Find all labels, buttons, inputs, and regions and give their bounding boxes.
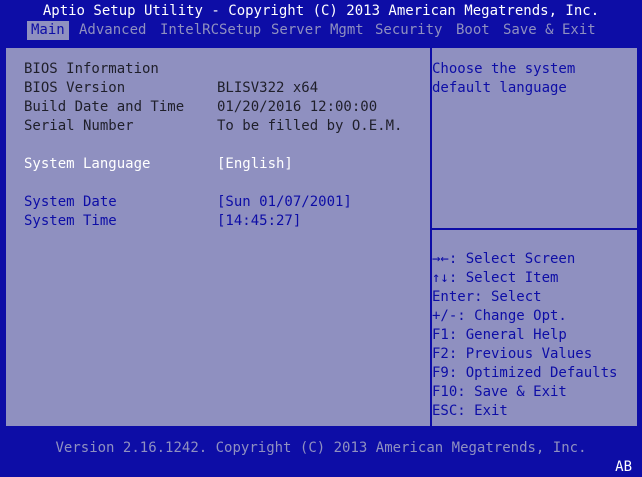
tab-boot[interactable]: Boot bbox=[452, 21, 494, 40]
bios-info-header: BIOS Information bbox=[24, 61, 159, 77]
tab-intelrcsetup[interactable]: IntelRCSetup bbox=[156, 21, 265, 40]
main-panel: BIOS Information BIOS Version BLISV322 x… bbox=[4, 46, 639, 428]
system-language-value[interactable]: [English] bbox=[217, 155, 293, 174]
build-date-value: 01/20/2016 12:00:00 bbox=[217, 99, 378, 115]
tab-main[interactable]: Main bbox=[27, 21, 69, 40]
system-date-value[interactable]: [Sun 01/07/2001] bbox=[217, 193, 352, 212]
key-hint-select-screen: →←: Select Screen bbox=[432, 251, 576, 267]
system-time-label[interactable]: System Time bbox=[24, 212, 117, 231]
serial-number-value: To be filled by O.E.M. bbox=[217, 118, 403, 134]
corner-indicator: AB bbox=[615, 459, 632, 475]
menu-bar: Main Advanced IntelRCSetup Server Mgmt S… bbox=[0, 21, 642, 40]
system-date-label[interactable]: System Date bbox=[24, 193, 117, 212]
system-language-label[interactable]: System Language bbox=[24, 155, 150, 174]
key-hint-enter: Enter: Select bbox=[432, 289, 542, 305]
tab-security[interactable]: Security bbox=[371, 21, 446, 40]
key-hint-change-opt: +/-: Change Opt. bbox=[432, 308, 567, 324]
version-footer: Version 2.16.1242. Copyright (C) 2013 Am… bbox=[55, 440, 587, 456]
serial-number-label: Serial Number bbox=[24, 118, 134, 134]
tab-server-mgmt[interactable]: Server Mgmt bbox=[267, 21, 368, 40]
bios-version-value: BLISV322 x64 bbox=[217, 80, 319, 96]
help-divider bbox=[432, 228, 637, 230]
system-time-value[interactable]: [14:45:27] bbox=[217, 212, 301, 231]
tab-advanced[interactable]: Advanced bbox=[75, 21, 150, 40]
bios-version-label: BIOS Version bbox=[24, 80, 126, 96]
app-title: Aptio Setup Utility - Copyright (C) 2013… bbox=[42, 3, 600, 19]
key-hint-save-exit: F10: Save & Exit bbox=[432, 384, 567, 400]
key-hint-esc: ESC: Exit bbox=[432, 403, 508, 419]
help-text-line-2: default language bbox=[432, 80, 567, 96]
help-text-line-1: Choose the system bbox=[432, 61, 576, 77]
key-hint-previous-values: F2: Previous Values bbox=[432, 346, 593, 362]
build-date-label: Build Date and Time bbox=[24, 99, 185, 115]
key-hint-general-help: F1: General Help bbox=[432, 327, 567, 343]
key-hint-optimized-defaults: F9: Optimized Defaults bbox=[432, 365, 618, 381]
key-hint-select-item: ↑↓: Select Item bbox=[432, 270, 559, 286]
tab-save-exit[interactable]: Save & Exit bbox=[499, 21, 600, 40]
